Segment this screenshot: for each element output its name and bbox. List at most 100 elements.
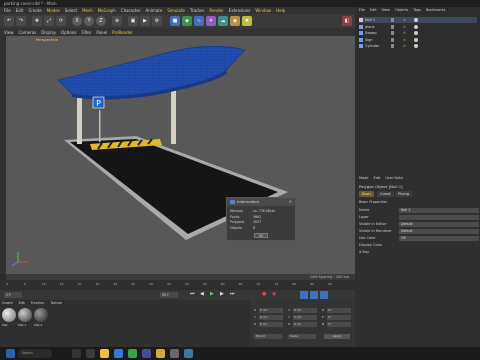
taskbar-search[interactable]: Search xyxy=(18,349,52,358)
menu-item-create[interactable]: Create xyxy=(28,8,41,13)
timeline[interactable]: 0 5 10 15 20 25 30 35 40 45 50 55 60 65 70 75 80 85 90 xyxy=(0,280,355,290)
material-tag-icon[interactable] xyxy=(414,18,418,22)
am-menu-user-data[interactable]: User Data xyxy=(385,176,402,182)
play-icon[interactable]: ▶ xyxy=(210,291,218,299)
cube-icon[interactable]: ■ xyxy=(170,16,180,26)
menu-item-tracker[interactable]: Tracker xyxy=(190,8,204,13)
undo-icon[interactable]: ↶ xyxy=(4,16,14,26)
menu-item-character[interactable]: Character xyxy=(121,8,141,13)
coord-field[interactable]: 0 ° xyxy=(327,308,351,313)
cinema4d-icon[interactable] xyxy=(86,349,95,358)
am-menu-mode[interactable]: Mode xyxy=(359,176,369,182)
apply-button[interactable]: Apply xyxy=(324,334,350,339)
keyframe-scale-icon[interactable] xyxy=(320,291,328,299)
material-preview-3[interactable] xyxy=(34,308,48,322)
om-menu-bookmarks[interactable]: Bookmarks xyxy=(426,8,446,14)
whatsapp-icon[interactable] xyxy=(128,349,137,358)
coord-field[interactable]: 0 cm xyxy=(259,315,283,320)
move-tool-icon[interactable]: ✥ xyxy=(32,16,42,26)
layout-icon[interactable]: ◧ xyxy=(342,16,352,26)
app-icon[interactable] xyxy=(142,349,151,358)
menu-item-help[interactable]: Help xyxy=(276,8,285,13)
file-explorer-icon[interactable] xyxy=(100,349,109,358)
scale-dropdown[interactable]: Scale xyxy=(288,334,316,339)
material-menu-edit[interactable]: Edit xyxy=(19,301,25,306)
menu-item-modes[interactable]: Modes xyxy=(47,8,60,13)
material-menu-function[interactable]: Function xyxy=(31,301,45,306)
camera-icon[interactable]: ◉ xyxy=(230,16,240,26)
material-tag-icon[interactable] xyxy=(414,37,418,42)
om-menu-view[interactable]: View xyxy=(382,8,390,14)
viewport-menu-filter[interactable]: Filter xyxy=(81,30,91,35)
object-row[interactable]: plane ✕ xyxy=(359,24,477,30)
3d-viewport[interactable]: P Perspective xyxy=(6,36,355,274)
menu-item-file[interactable]: File xyxy=(4,8,11,13)
tab-phong[interactable]: Phong xyxy=(395,191,412,197)
tab-coord[interactable]: Coord. xyxy=(377,191,395,197)
render-picture-icon[interactable]: ▶ xyxy=(140,16,150,26)
attribute-value[interactable]: Default xyxy=(399,221,479,227)
close-icon[interactable]: × xyxy=(289,198,292,206)
deformer-icon[interactable]: ✶ xyxy=(206,16,216,26)
enable-check-icon[interactable]: ✕ xyxy=(403,24,406,30)
enable-check-icon[interactable]: ✕ xyxy=(403,43,406,49)
prev-frame-icon[interactable]: ◀ xyxy=(200,291,208,299)
coord-field[interactable]: 0 cm xyxy=(293,315,317,320)
object-row[interactable]: Cylinder ✕ xyxy=(359,43,477,49)
rotate-tool-icon[interactable]: ⟳ xyxy=(56,16,66,26)
visibility-icon[interactable] xyxy=(391,44,394,48)
material-tag-icon[interactable] xyxy=(414,31,418,35)
menu-item-extensions[interactable]: Extensions xyxy=(229,8,251,13)
visibility-icon[interactable] xyxy=(391,37,394,42)
visibility-icon[interactable] xyxy=(391,18,394,22)
render-view-icon[interactable]: ▣ xyxy=(128,16,138,26)
end-frame-field[interactable]: 90 F xyxy=(160,292,178,298)
visibility-icon[interactable] xyxy=(391,31,394,35)
material-menu-texture[interactable]: Texture xyxy=(50,301,62,306)
viewport-menu-view[interactable]: View xyxy=(4,30,14,35)
material-preview-2[interactable] xyxy=(18,308,32,322)
app-icon-3[interactable] xyxy=(184,349,193,358)
om-menu-tags[interactable]: Tags xyxy=(413,8,421,14)
attribute-value[interactable]: Off xyxy=(399,235,479,241)
attribute-value[interactable] xyxy=(399,214,479,220)
world-dropdown[interactable]: World xyxy=(254,334,282,339)
vscode-icon[interactable] xyxy=(114,349,123,358)
scene-icon[interactable]: ☁ xyxy=(218,16,228,26)
z-axis-toggle[interactable]: Z xyxy=(96,16,106,26)
ok-button[interactable]: OK xyxy=(254,233,268,238)
x-app-icon[interactable] xyxy=(72,349,81,358)
menu-item-render[interactable]: Render xyxy=(209,8,223,13)
chrome-icon[interactable] xyxy=(156,349,165,358)
spline-icon[interactable]: ∿ xyxy=(194,16,204,26)
menu-item-mograph[interactable]: MoGraph xyxy=(98,8,116,13)
viewport-menu-display[interactable]: Display xyxy=(41,30,56,35)
coord-field[interactable]: 0 cm xyxy=(259,308,283,313)
om-menu-objects[interactable]: Objects xyxy=(395,8,408,14)
coord-field[interactable]: 0 cm xyxy=(293,322,317,327)
enable-check-icon[interactable]: ✕ xyxy=(403,17,406,23)
menu-item-select[interactable]: Select xyxy=(65,8,77,13)
start-frame-field[interactable]: 0 F xyxy=(4,292,22,298)
material-tag-icon[interactable] xyxy=(414,24,418,29)
am-menu-edit[interactable]: Edit xyxy=(374,176,381,182)
x-axis-toggle[interactable]: X xyxy=(72,16,82,26)
render-settings-icon[interactable]: ⚙ xyxy=(152,16,162,26)
attribute-value[interactable]: Null 1 xyxy=(399,207,479,213)
keyframe-move-icon[interactable] xyxy=(300,291,308,299)
viewport-menu-prorender[interactable]: ProRender xyxy=(112,30,133,35)
object-row[interactable]: Null 1 ✕ xyxy=(359,17,477,23)
menu-item-simulate[interactable]: Simulate xyxy=(167,8,185,13)
om-menu-edit[interactable]: Edit xyxy=(370,8,377,14)
menu-item-animate[interactable]: Animate xyxy=(146,8,163,13)
enable-check-icon[interactable]: ✕ xyxy=(403,37,406,43)
record-icon[interactable]: ● xyxy=(262,291,270,299)
coord-field[interactable]: 0 cm xyxy=(293,308,317,313)
material-preview-1[interactable] xyxy=(2,308,16,322)
enable-check-icon[interactable]: ✕ xyxy=(403,30,406,36)
om-menu-file[interactable]: File xyxy=(359,8,365,14)
menu-item-window[interactable]: Window xyxy=(255,8,271,13)
first-frame-icon[interactable]: ⏮ xyxy=(190,291,198,299)
coord-field[interactable]: 0 cm xyxy=(259,322,283,327)
viewport-menu-panel[interactable]: Panel xyxy=(96,30,107,35)
